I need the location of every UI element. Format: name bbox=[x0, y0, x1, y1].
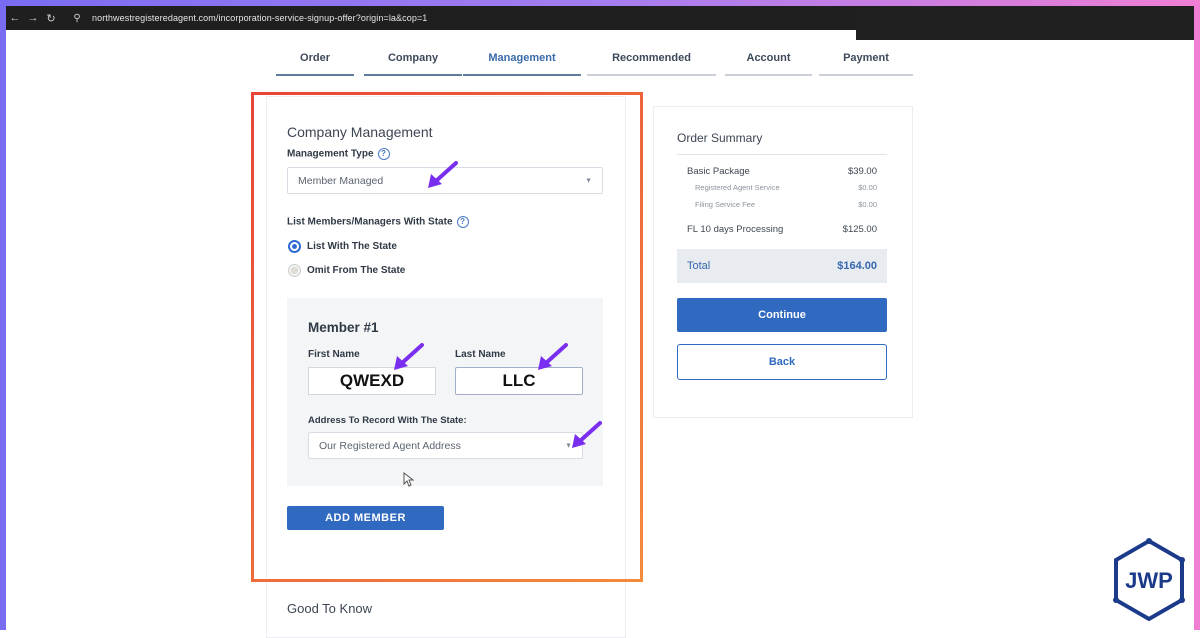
back-arrow-icon[interactable]: ← bbox=[6, 12, 24, 24]
tab-account[interactable]: Account bbox=[725, 52, 812, 76]
divider bbox=[677, 154, 887, 155]
tab-payment[interactable]: Payment bbox=[819, 52, 913, 76]
back-button[interactable]: Back bbox=[677, 344, 887, 380]
address-bar-url[interactable]: northwestregisteredagent.com/incorporati… bbox=[92, 13, 427, 23]
tab-recommended[interactable]: Recommended bbox=[587, 52, 716, 76]
line-basic-package: Basic Package $39.00 bbox=[687, 166, 877, 177]
total-value: $164.00 bbox=[837, 260, 877, 272]
order-summary-title: Order Summary bbox=[677, 131, 763, 145]
line-fl-processing: FL 10 days Processing $125.00 bbox=[687, 224, 877, 235]
total-label: Total bbox=[687, 260, 711, 272]
site-info-icon[interactable]: ⚲ bbox=[68, 13, 86, 24]
annotation-arrow-icon bbox=[572, 421, 602, 448]
good-to-know-heading: Good To Know bbox=[287, 601, 373, 616]
total-row: Total $164.00 bbox=[677, 249, 887, 283]
jwp-logo: JWP bbox=[1113, 538, 1185, 622]
browser-toolbar: ← → ↻ ⚲ northwestregisteredagent.com/inc… bbox=[6, 6, 856, 30]
tab-management[interactable]: Management bbox=[463, 52, 581, 76]
line-registered-agent: Registered Agent Service $0.00 bbox=[695, 183, 877, 192]
mouse-cursor-icon bbox=[403, 472, 415, 487]
annotation-arrow-icon bbox=[428, 161, 458, 188]
tab-order[interactable]: Order bbox=[276, 52, 354, 76]
line-filing-fee: Filing Service Fee $0.00 bbox=[695, 200, 877, 209]
tab-company[interactable]: Company bbox=[364, 52, 462, 76]
annotation-arrow-icon bbox=[394, 343, 424, 370]
browser-toolbar-right bbox=[856, 6, 1194, 40]
annotation-arrow-icon bbox=[538, 343, 568, 370]
forward-arrow-icon[interactable]: → bbox=[24, 12, 42, 24]
continue-button[interactable]: Continue bbox=[677, 298, 887, 332]
logo-text: JWP bbox=[1125, 568, 1173, 593]
reload-icon[interactable]: ↻ bbox=[42, 12, 60, 25]
